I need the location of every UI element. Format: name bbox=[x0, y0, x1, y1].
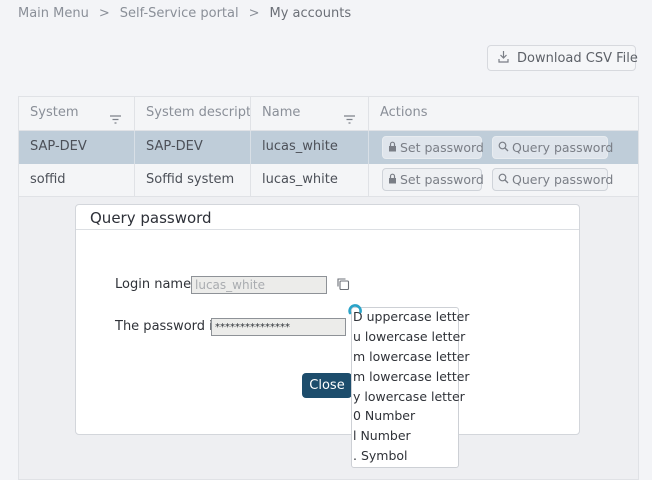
breadcrumb-main-menu[interactable]: Main Menu bbox=[18, 6, 89, 21]
search-icon bbox=[498, 172, 512, 187]
cell-name: lucas_white bbox=[251, 164, 369, 197]
lock-icon bbox=[388, 172, 400, 187]
login-name-label: Login name : bbox=[115, 277, 200, 292]
download-icon bbox=[498, 50, 517, 67]
filter-icon[interactable] bbox=[109, 106, 122, 131]
table-row[interactable]: soffid Soffid system lucas_white Set pas… bbox=[19, 164, 638, 197]
breadcrumb-self-service-portal[interactable]: Self-Service portal bbox=[120, 6, 239, 21]
password-hint-line: D uppercase letter bbox=[353, 309, 470, 324]
set-password-button[interactable]: Set password bbox=[382, 136, 484, 159]
download-csv-label: Download CSV File bbox=[517, 50, 638, 66]
password-hint-line: m lowercase letter bbox=[353, 369, 470, 384]
breadcrumb: Main Menu > Self-Service portal > My acc… bbox=[18, 5, 351, 21]
password-hint-line: l Number bbox=[353, 428, 411, 443]
table-row[interactable]: SAP-DEV SAP-DEV lucas_white Set password… bbox=[19, 131, 638, 164]
password-hint-line: y lowercase letter bbox=[353, 389, 465, 404]
query-password-button[interactable]: Query password bbox=[492, 168, 613, 191]
close-button[interactable]: Close bbox=[302, 373, 352, 398]
password-hint-line: . Symbol bbox=[353, 448, 408, 463]
login-name-field[interactable] bbox=[191, 276, 327, 294]
search-icon bbox=[498, 140, 512, 155]
dialog-divider bbox=[76, 229, 579, 230]
password-hint-line: 0 Number bbox=[353, 408, 416, 423]
download-csv-button[interactable]: Download CSV File bbox=[487, 45, 638, 71]
cell-description: SAP-DEV bbox=[135, 131, 251, 164]
cell-name: lucas_white bbox=[251, 131, 369, 164]
password-hint-line: m lowercase letter bbox=[353, 349, 470, 364]
query-password-button[interactable]: Query password bbox=[492, 136, 613, 159]
loading-spinner-icon bbox=[348, 304, 362, 322]
copy-icon[interactable] bbox=[336, 277, 350, 295]
breadcrumb-my-accounts: My accounts bbox=[269, 5, 352, 21]
cell-description: Soffid system bbox=[135, 164, 251, 197]
filter-icon[interactable] bbox=[343, 106, 356, 131]
set-password-button[interactable]: Set password bbox=[382, 168, 484, 191]
password-field[interactable] bbox=[211, 318, 346, 336]
cell-system: SAP-DEV bbox=[19, 131, 135, 164]
column-header-system[interactable]: System bbox=[19, 97, 135, 131]
password-hint-tooltip: D uppercase letter u lowercase letter m … bbox=[351, 307, 470, 468]
column-header-actions: Actions bbox=[380, 105, 428, 120]
column-header-system-description[interactable]: System description bbox=[135, 97, 251, 131]
password-label: The password is: bbox=[115, 319, 224, 334]
breadcrumb-separator: > bbox=[248, 5, 260, 21]
breadcrumb-separator: > bbox=[98, 5, 110, 21]
lock-icon bbox=[388, 140, 400, 155]
column-header-name[interactable]: Name bbox=[251, 97, 369, 131]
dialog-title: Query password bbox=[90, 209, 212, 227]
cell-system: soffid bbox=[19, 164, 135, 197]
password-hint-line: u lowercase letter bbox=[353, 329, 466, 344]
table-header: System System description Name Actions bbox=[19, 97, 638, 131]
